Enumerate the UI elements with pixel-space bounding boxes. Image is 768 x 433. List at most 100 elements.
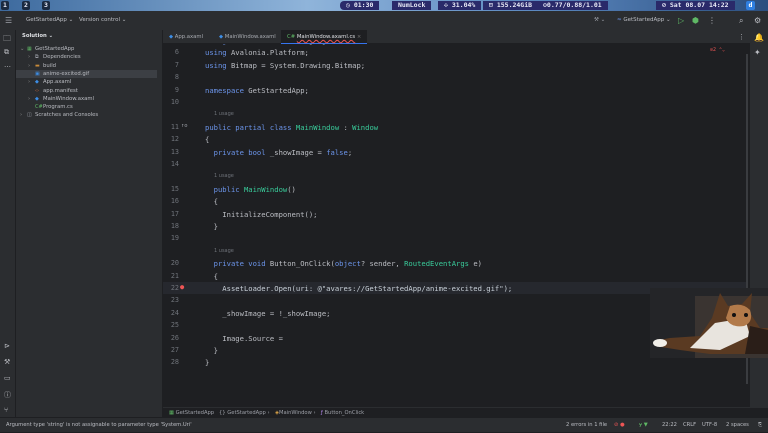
cs-file-icon: C# (35, 104, 43, 111)
code-line[interactable]: private bool _showImage = false; (205, 148, 353, 157)
tree-item[interactable]: › ▬ build (16, 62, 157, 70)
tree-item[interactable]: › ◫ Scratches and Consoles (16, 111, 157, 119)
caret-position[interactable]: 22:22 (662, 418, 677, 433)
line-number: 13 (170, 147, 179, 156)
indent-setting[interactable]: 2 spaces (726, 418, 749, 433)
usage-hint[interactable]: 1 usage (214, 248, 234, 254)
workspace-1[interactable]: 1 (1, 1, 9, 10)
tree-item[interactable]: ⌄ ▦ GetStartedApp (16, 45, 157, 53)
scratches-icon: ◫ (27, 112, 32, 119)
code-line[interactable]: { (205, 272, 218, 281)
tree-item[interactable]: C#Program.cs (16, 103, 157, 111)
code-line[interactable]: using Avalonia.Platform; (205, 48, 309, 57)
terminal-icon[interactable]: ▭ (4, 374, 11, 382)
structure-icon[interactable]: ⧉ (4, 48, 9, 57)
more-tools-icon[interactable]: … (4, 61, 11, 69)
code-line[interactable]: using Bitmap = System.Drawing.Bitmap; (205, 61, 365, 70)
line-number: 26 (170, 333, 179, 342)
ai-assistant-icon[interactable]: ✦ (754, 48, 761, 57)
code-line[interactable]: } (205, 358, 209, 367)
dependencies-icon: ⧉ (35, 54, 39, 61)
code-line[interactable]: AssetLoader.Open(uri: @"avares://GetStar… (205, 284, 512, 293)
main-menu-icon[interactable]: ☰ (5, 11, 12, 30)
error-bulb-icon[interactable]: ● (180, 283, 184, 291)
workspace-2[interactable]: 2 (22, 1, 30, 10)
line-number: 28 (170, 358, 179, 367)
tab-app-axaml[interactable]: ◆ App.axaml (163, 30, 209, 44)
project-selector[interactable]: GetStartedApp ⌄ (26, 11, 73, 30)
code-line[interactable]: { (205, 197, 218, 206)
code-line[interactable]: Image.Source = (205, 334, 287, 343)
file-encoding[interactable]: UTF-8 (702, 418, 717, 433)
run-tool-icon[interactable]: ⊳ (4, 342, 10, 350)
clock-short: ◷ 01:30 (340, 1, 380, 10)
disk-indicator: ⊟ 155.24GiB (483, 1, 539, 10)
code-line[interactable]: { (205, 135, 209, 144)
line-number: 15 (170, 184, 179, 193)
tree-item[interactable]: ‹› app.manifest (16, 87, 157, 95)
line-number: 21 (170, 271, 179, 280)
tree-item[interactable]: › ◆ MainWindow.axaml (16, 95, 157, 103)
lock-icon[interactable]: ⎘ (758, 418, 762, 433)
debug-icon[interactable]: ⬢ (692, 11, 699, 30)
editor-tabs: ◆ App.axaml ◆ MainWindow.axaml C# MainWi… (163, 30, 768, 44)
inspection-icon[interactable]: ɏ ▼ (639, 418, 648, 433)
code-line[interactable]: using Avalonia.Media.Imaging; (205, 44, 331, 45)
notifications-icon[interactable]: 🔔 (754, 33, 764, 42)
tree-item-label: app.manifest (43, 87, 78, 94)
line-number: 16 (170, 197, 179, 206)
line-number: 22 (170, 284, 179, 292)
line-number: 25 (170, 321, 179, 330)
line-number: 23 (170, 296, 179, 305)
usage-hint[interactable]: 1 usage (214, 173, 234, 179)
image-file-icon: ▣ (35, 70, 40, 77)
line-number: 24 (170, 308, 179, 317)
git-icon[interactable]: ⑂ (4, 406, 8, 414)
code-line[interactable]: } (205, 346, 218, 355)
tray-app-icon[interactable]: d (746, 1, 755, 10)
more-icon[interactable]: ⋮ (708, 11, 716, 30)
code-line[interactable]: _showImage = !_showImage; (205, 309, 330, 318)
line-number: 12 (170, 135, 179, 144)
code-line[interactable]: private void Button_OnClick(object? send… (205, 259, 482, 268)
project-folder-icon[interactable]: 🗀 (3, 33, 11, 47)
error-summary[interactable]: 2 errors in 1 file (566, 418, 607, 433)
error-count-badge[interactable]: ⊘2 ⌃⌄ (710, 47, 725, 53)
tree-item[interactable]: › ◆ App.axaml (16, 78, 157, 86)
tree-item-label: Program.cs (43, 104, 73, 111)
code-line[interactable]: } (205, 222, 218, 231)
breadcrumb: ▦ GetStartedApp {} GetStartedApp › ◈Main… (163, 407, 768, 417)
run-icon[interactable]: ▷ (678, 11, 684, 30)
build-tool-icon[interactable]: ⚒ (4, 358, 10, 366)
search-icon[interactable]: ⌕ (739, 11, 743, 30)
line-number: 27 (170, 346, 179, 354)
tree-item-label: MainWindow.axaml (43, 95, 94, 102)
code-line[interactable]: InitializeComponent(); (205, 210, 317, 219)
problems-icon[interactable]: ⓘ (4, 390, 11, 400)
panel-title[interactable]: Solution ⌄ (22, 33, 53, 39)
tabs-more-icon[interactable]: ⋮ (738, 33, 745, 41)
usage-hint[interactable]: 1 usage (214, 111, 234, 117)
run-config-selector[interactable]: ≈ GetStartedApp ⌄ (617, 11, 671, 30)
code-line[interactable]: namespace GetStartedApp; (205, 86, 309, 95)
tree-item[interactable]: ▣ anime-excited.gif (16, 69, 157, 79)
workspace-3[interactable]: 3 (42, 1, 50, 10)
line-number: 19 (170, 234, 179, 243)
tree-item[interactable]: › ⧉ Dependencies (16, 53, 157, 61)
title-bar: ☰ GetStartedApp ⌄ Version control ⌄ ⚒ ⌄ … (0, 11, 768, 30)
line-separator[interactable]: CRLF (683, 418, 696, 433)
error-icon[interactable]: ⊘ ● (614, 418, 625, 433)
settings-gear-icon[interactable]: ⚙ (754, 11, 761, 30)
tab-mainwindow-axaml[interactable]: ◆ MainWindow.axaml (213, 30, 282, 44)
tree-item-label: Dependencies (43, 54, 81, 61)
cpu-indicator: ✣ 31.04% (438, 1, 482, 10)
override-gutter-icon[interactable]: ↑o (181, 123, 188, 129)
vcs-selector[interactable]: Version control ⌄ (79, 11, 126, 30)
manifest-file-icon: ‹› (35, 87, 39, 94)
code-line[interactable]: public partial class MainWindow : Window (205, 123, 378, 132)
tree-item-label: App.axaml (43, 79, 72, 86)
numlock-indicator: NumLock (392, 1, 432, 10)
build-icon[interactable]: ⚒ ⌄ (594, 11, 605, 30)
code-line[interactable]: public MainWindow() (205, 185, 296, 194)
tab-mainwindow-axaml-cs[interactable]: C# MainWindow.axaml.cs × (281, 30, 368, 44)
